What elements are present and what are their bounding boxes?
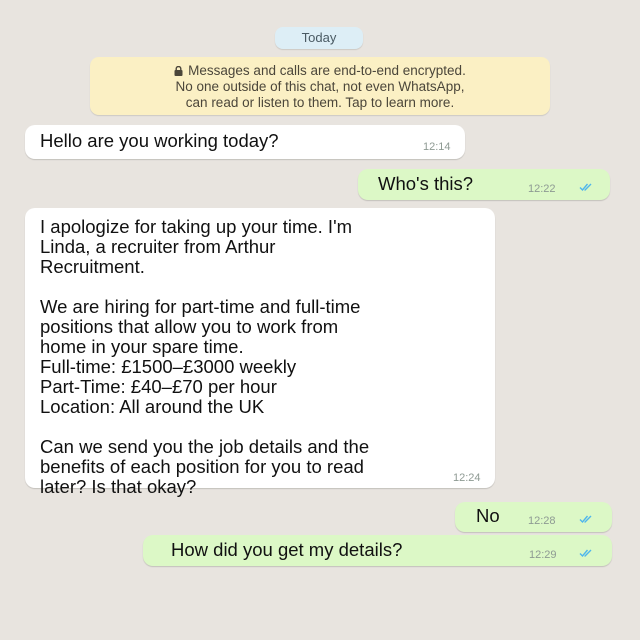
message-text: Who's this?: [378, 173, 474, 194]
encryption-notice-line-1: Messages and calls are end-to-end encryp…: [96, 63, 544, 79]
message-time: 12:22: [528, 183, 556, 195]
double-check-icon: [579, 549, 592, 558]
message-bubble-outgoing[interactable]: Who's this? 12:22: [358, 169, 610, 200]
message-time: 12:29: [529, 549, 557, 561]
encryption-notice-text-1: Messages and calls are end-to-end encryp…: [188, 63, 466, 78]
double-check-icon: [579, 183, 592, 192]
message-bubble-outgoing[interactable]: How did you get my details? 12:29: [143, 535, 612, 566]
message-bubble-incoming[interactable]: Hello are you working today? 12:14: [25, 125, 465, 159]
message-text: Hello are you working today?: [40, 130, 279, 151]
message-text: I apologize for taking up your time. I'm…: [40, 216, 370, 497]
message-text: How did you get my details?: [171, 539, 403, 560]
lock-icon: [174, 66, 183, 76]
chat-view: Today Messages and calls are end-to-end …: [0, 0, 640, 640]
message-time: 12:14: [423, 141, 451, 153]
date-separator: Today: [275, 27, 363, 49]
encryption-notice-line-3: can read or listen to them. Tap to learn…: [185, 95, 455, 110]
double-check-icon: [579, 515, 592, 524]
message-time: 12:24: [453, 472, 481, 484]
message-bubble-outgoing[interactable]: No 12:28: [455, 502, 612, 532]
message-text: No: [476, 505, 500, 526]
message-bubble-incoming[interactable]: I apologize for taking up your time. I'm…: [25, 208, 495, 497]
encryption-notice-line-2: No one outside of this chat, not even Wh…: [175, 79, 465, 94]
message-time: 12:28: [528, 515, 556, 527]
encryption-notice[interactable]: Messages and calls are end-to-end encryp…: [90, 57, 550, 115]
